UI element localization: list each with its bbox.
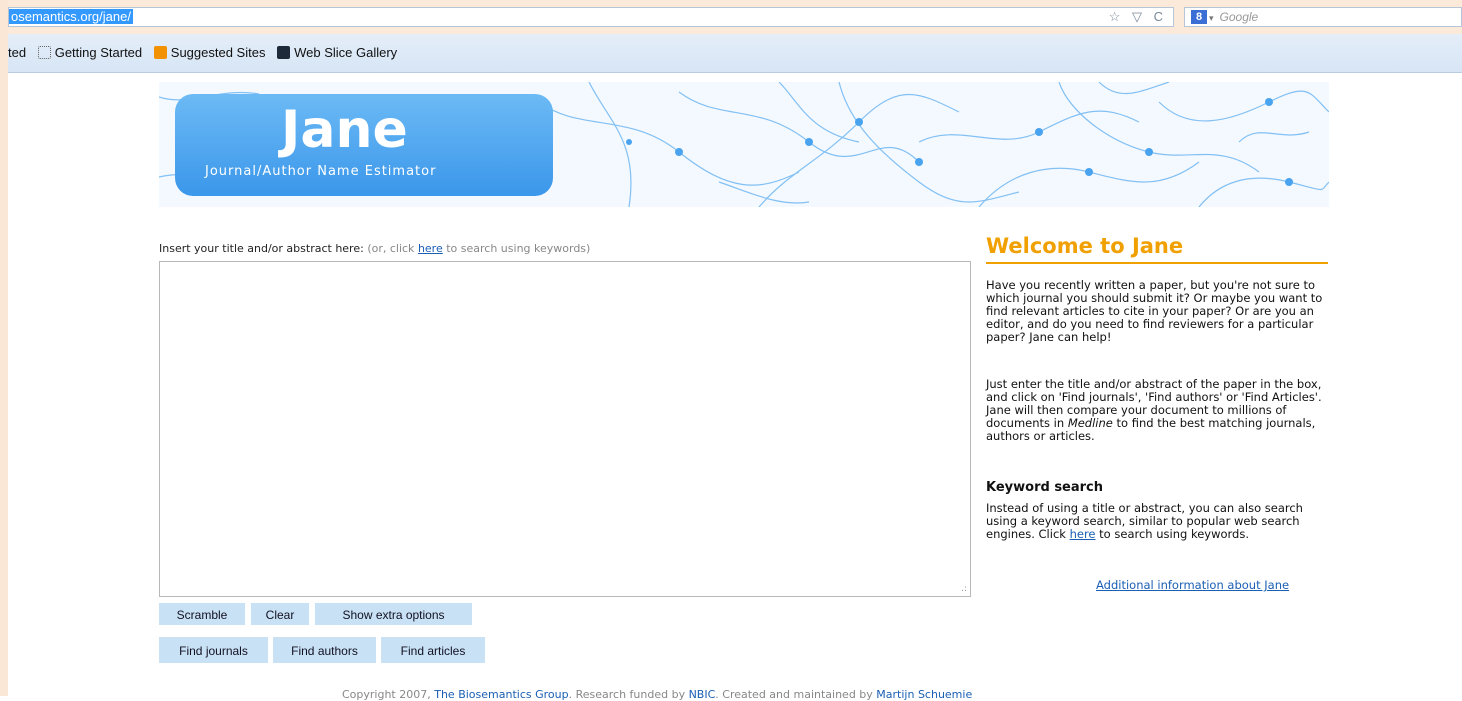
- dropdown-arrow-icon[interactable]: ▾: [1209, 13, 1214, 23]
- web-slice-icon: [277, 46, 291, 59]
- keyword-search-link[interactable]: here: [418, 242, 443, 255]
- input-label-text: Insert your title and/or abstract here:: [159, 242, 364, 255]
- author-link[interactable]: Martijn Schuemie: [876, 688, 972, 701]
- bookmark-label: Web Slice Gallery: [294, 45, 398, 60]
- suggested-sites-icon: [153, 46, 167, 59]
- medline-text: Medline: [1067, 416, 1113, 430]
- window-edge: [0, 0, 8, 696]
- header-banner: Jane Journal/Author Name Estimator: [159, 82, 1329, 207]
- keyword-hint: (or, click here to search using keywords…: [367, 242, 591, 255]
- bookmark-suggested-sites[interactable]: Suggested Sites: [153, 34, 266, 72]
- find-journals-button[interactable]: Find journals: [159, 637, 268, 663]
- show-extra-options-button[interactable]: Show extra options: [315, 603, 472, 625]
- browser-toolbar: osemantics.org/jane/ ☆ ▽ C 8 ▾ Google: [8, 0, 1462, 35]
- bookmark-label: Getting Started: [54, 45, 143, 60]
- search-placeholder: Google: [1219, 10, 1259, 24]
- nbic-link[interactable]: NBIC: [689, 688, 716, 701]
- bookmark-web-slice-gallery[interactable]: Web Slice Gallery: [277, 34, 397, 72]
- scramble-button[interactable]: Scramble: [159, 603, 245, 625]
- biosemantics-link[interactable]: The Biosemantics Group: [434, 688, 568, 701]
- find-authors-button[interactable]: Find authors: [273, 637, 376, 663]
- search-box[interactable]: 8 ▾ Google: [1184, 7, 1462, 27]
- input-label: Insert your title and/or abstract here: …: [159, 242, 590, 255]
- address-bar[interactable]: osemantics.org/jane/ ☆ ▽ C: [8, 7, 1174, 27]
- google-icon[interactable]: 8: [1191, 10, 1207, 24]
- instructions-paragraph: Just enter the title and/or abstract of …: [986, 377, 1322, 443]
- page-icon: [37, 46, 51, 59]
- intro-paragraph: Have you recently written a paper, but y…: [986, 278, 1323, 344]
- logo-title: Jane: [281, 100, 408, 160]
- logo-subtitle: Journal/Author Name Estimator: [205, 164, 437, 179]
- keyword-paragraph: Instead of using a title or abstract, yo…: [986, 501, 1303, 541]
- url-text[interactable]: osemantics.org/jane/: [9, 9, 133, 24]
- bookmark-label: Suggested Sites: [170, 45, 266, 60]
- additional-info-link[interactable]: Additional information about Jane: [1096, 578, 1289, 592]
- clear-button[interactable]: Clear: [251, 603, 309, 625]
- bookmark-star-icon[interactable]: ☆ ▽ C: [1109, 8, 1167, 26]
- bookmark-getting-started[interactable]: Getting Started: [37, 34, 143, 72]
- footer-text: Copyright 2007, The Biosemantics Group. …: [342, 688, 973, 701]
- bookmarks-bar: ted Getting Started Suggested Sites Web …: [8, 34, 1462, 73]
- welcome-heading: Welcome to Jane: [986, 234, 1328, 264]
- find-articles-button[interactable]: Find articles: [381, 637, 485, 663]
- jane-logo[interactable]: Jane Journal/Author Name Estimator: [175, 94, 553, 196]
- bookmark-truncated[interactable]: ted: [8, 34, 26, 72]
- keyword-here-link[interactable]: here: [1070, 527, 1096, 541]
- abstract-textarea[interactable]: .:: [159, 261, 971, 597]
- keyword-search-heading: Keyword search: [986, 480, 1104, 495]
- resize-grip-icon[interactable]: .:: [961, 584, 967, 594]
